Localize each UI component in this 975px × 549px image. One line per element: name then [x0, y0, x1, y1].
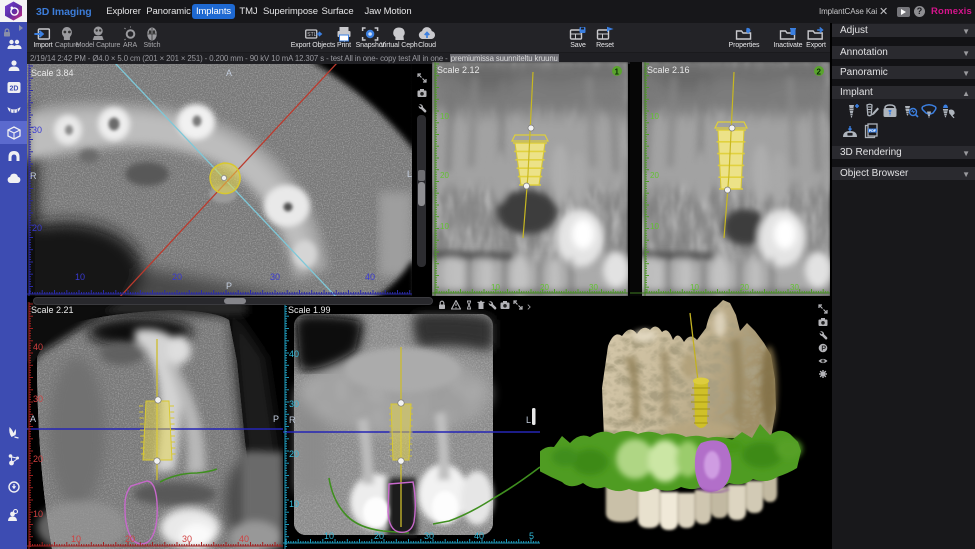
- svg-text:40: 40: [474, 531, 484, 541]
- svg-text:10: 10: [33, 509, 43, 519]
- svg-text:1: 1: [615, 68, 620, 77]
- svg-text:20: 20: [125, 534, 135, 544]
- svg-text:20: 20: [374, 531, 384, 541]
- svg-text:STL: STL: [307, 32, 316, 38]
- svg-text:20: 20: [540, 283, 549, 292]
- svg-text:10: 10: [440, 112, 449, 121]
- svg-text:30: 30: [589, 283, 598, 292]
- svg-text:5: 5: [529, 531, 534, 541]
- svg-text:10: 10: [71, 534, 81, 544]
- svg-text:20: 20: [289, 449, 299, 459]
- svg-text:30: 30: [289, 399, 299, 409]
- svg-text:2D: 2D: [9, 86, 18, 93]
- svg-text:20: 20: [740, 283, 749, 292]
- svg-text:30: 30: [424, 531, 434, 541]
- svg-text:10: 10: [650, 112, 659, 121]
- svg-text:40: 40: [33, 342, 43, 352]
- svg-text:20: 20: [650, 171, 659, 180]
- svg-text:10: 10: [75, 272, 85, 282]
- svg-text:10: 10: [440, 222, 449, 231]
- svg-text:40: 40: [365, 272, 375, 282]
- svg-text:30: 30: [790, 283, 799, 292]
- svg-text:40: 40: [289, 349, 299, 359]
- svg-text:10: 10: [491, 283, 500, 292]
- svg-text:10: 10: [650, 222, 659, 231]
- svg-text:20: 20: [440, 171, 449, 180]
- svg-text:30: 30: [32, 125, 42, 135]
- svg-text:P: P: [821, 346, 826, 353]
- svg-text:PDF: PDF: [869, 129, 877, 133]
- svg-text:20: 20: [33, 454, 43, 464]
- svg-text:10: 10: [324, 531, 334, 541]
- svg-text:30: 30: [270, 272, 280, 282]
- svg-text:2: 2: [817, 68, 822, 77]
- svg-text:30: 30: [33, 394, 43, 404]
- svg-text:20: 20: [172, 272, 182, 282]
- svg-text:10: 10: [690, 283, 699, 292]
- svg-text:10: 10: [289, 499, 299, 509]
- svg-text:40: 40: [239, 534, 249, 544]
- svg-text:20: 20: [32, 223, 42, 233]
- svg-text:30: 30: [182, 534, 192, 544]
